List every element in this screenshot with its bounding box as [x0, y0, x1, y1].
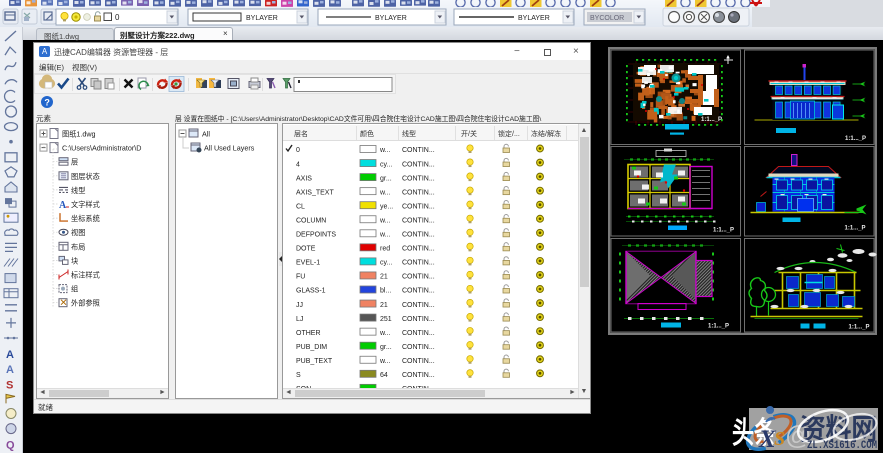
svg-text:EVEL-1: EVEL-1 — [296, 260, 320, 267]
svg-text:CONTIN...: CONTIN... — [402, 358, 435, 365]
svg-text:21: 21 — [380, 302, 388, 309]
svg-text:cy...: cy... — [380, 161, 392, 168]
svg-text:BYLAYER: BYLAYER — [518, 15, 550, 22]
svg-text:S: S — [296, 372, 301, 379]
svg-text:层: 层 — [71, 158, 78, 167]
svg-text:DOTE: DOTE — [296, 246, 316, 253]
svg-text:CONTIN...: CONTIN... — [402, 232, 435, 239]
svg-text:标注样式: 标注样式 — [71, 271, 100, 280]
svg-text:251: 251 — [380, 316, 392, 323]
svg-text:GLASS-1: GLASS-1 — [296, 288, 326, 295]
svg-text:AXIS: AXIS — [296, 175, 312, 182]
svg-text:坐标系统: 坐标系统 — [71, 214, 100, 223]
svg-text:A: A — [6, 364, 14, 376]
svg-text:外部参照: 外部参照 — [71, 299, 100, 308]
svg-text:1:1..._P: 1:1..._P — [708, 324, 729, 330]
svg-text:cy...: cy... — [380, 260, 392, 267]
svg-text:w...: w... — [379, 217, 391, 224]
svg-text:1:1..._P: 1:1..._P — [849, 325, 870, 331]
svg-text:S: S — [774, 428, 785, 450]
svg-text:CONTIN...: CONTIN... — [402, 274, 435, 281]
svg-text:gr...: gr... — [380, 344, 392, 351]
svg-text:1:1..._P: 1:1..._P — [713, 228, 734, 234]
svg-text:w...: w... — [379, 147, 391, 154]
svg-text:图纸1.dwg: 图纸1.dwg — [62, 130, 96, 139]
svg-text:CONTIN...: CONTIN... — [402, 246, 435, 253]
svg-text:CONTIN...: CONTIN... — [402, 147, 435, 154]
svg-text:PUB_DIM: PUB_DIM — [296, 344, 327, 351]
svg-text:w...: w... — [379, 189, 391, 196]
svg-text:64: 64 — [380, 372, 388, 379]
svg-text:布局: 布局 — [71, 242, 85, 251]
svg-text:0: 0 — [296, 147, 300, 154]
svg-text:S: S — [6, 379, 13, 391]
svg-text:21: 21 — [380, 274, 388, 281]
svg-text:CONTIN...: CONTIN... — [402, 217, 435, 224]
svg-text:线型: 线型 — [71, 186, 85, 195]
svg-text:CONTIN...: CONTIN... — [402, 316, 435, 323]
svg-text:Q: Q — [6, 440, 15, 452]
svg-text:A: A — [59, 200, 67, 211]
svg-text:A: A — [6, 349, 14, 361]
svg-text:CONTIN...: CONTIN... — [402, 189, 435, 196]
svg-text:CONTIN...: CONTIN... — [402, 372, 435, 379]
svg-text:1:1..._P: 1:1..._P — [845, 136, 866, 142]
svg-text:1:1..._P: 1:1..._P — [845, 226, 866, 232]
svg-text:组: 组 — [71, 285, 78, 294]
svg-text:All Used Layers: All Used Layers — [204, 144, 255, 153]
svg-text:BYLAYER: BYLAYER — [375, 15, 407, 22]
svg-text:BYLAYER: BYLAYER — [246, 15, 278, 22]
svg-text:DEFPOINTS: DEFPOINTS — [296, 232, 336, 239]
svg-text:1:1..._P: 1:1..._P — [701, 117, 722, 123]
svg-text:CONTIN...: CONTIN... — [402, 288, 435, 295]
svg-text:CONTIN...: CONTIN... — [402, 330, 435, 337]
svg-text:COLUMN: COLUMN — [296, 217, 326, 224]
svg-text:w...: w... — [379, 232, 391, 239]
svg-text:块: 块 — [71, 256, 78, 265]
svg-text:bl...: bl... — [380, 288, 391, 295]
svg-text:All: All — [202, 130, 210, 139]
svg-text:4: 4 — [296, 161, 300, 168]
svg-text:BYCOLOR: BYCOLOR — [590, 15, 624, 22]
svg-text:0: 0 — [115, 13, 120, 22]
svg-text:CONTIN...: CONTIN... — [402, 175, 435, 182]
svg-text:w...: w... — [379, 330, 391, 337]
svg-text:ye...: ye... — [380, 203, 393, 210]
svg-text:LJ: LJ — [296, 316, 303, 323]
svg-text:?: ? — [44, 98, 50, 108]
svg-text:ZL.XS1616.COM: ZL.XS1616.COM — [807, 440, 877, 452]
svg-text:JJ: JJ — [296, 302, 303, 309]
svg-text:视图: 视图 — [71, 228, 85, 237]
svg-text:CONTIN...: CONTIN... — [402, 203, 435, 210]
svg-text:CONTIN...: CONTIN... — [402, 161, 435, 168]
svg-text:文字样式: 文字样式 — [71, 200, 100, 209]
svg-text:gr...: gr... — [380, 175, 392, 182]
svg-text:OTHER: OTHER — [296, 330, 321, 337]
svg-text:CL: CL — [296, 203, 305, 210]
svg-text:CONTIN...: CONTIN... — [402, 302, 435, 309]
svg-text:图层状态: 图层状态 — [71, 172, 100, 181]
svg-text:C:\Users\Administrator\D: C:\Users\Administrator\D — [62, 144, 141, 153]
svg-text:CONTIN...: CONTIN... — [402, 344, 435, 351]
svg-text:PUB_TEXT: PUB_TEXT — [296, 358, 333, 365]
svg-text:red: red — [380, 246, 390, 253]
svg-text:FU: FU — [296, 274, 305, 281]
svg-text:w...: w... — [379, 358, 391, 365]
svg-text:CONTIN...: CONTIN... — [402, 260, 435, 267]
svg-text:AXIS_TEXT: AXIS_TEXT — [296, 189, 334, 196]
